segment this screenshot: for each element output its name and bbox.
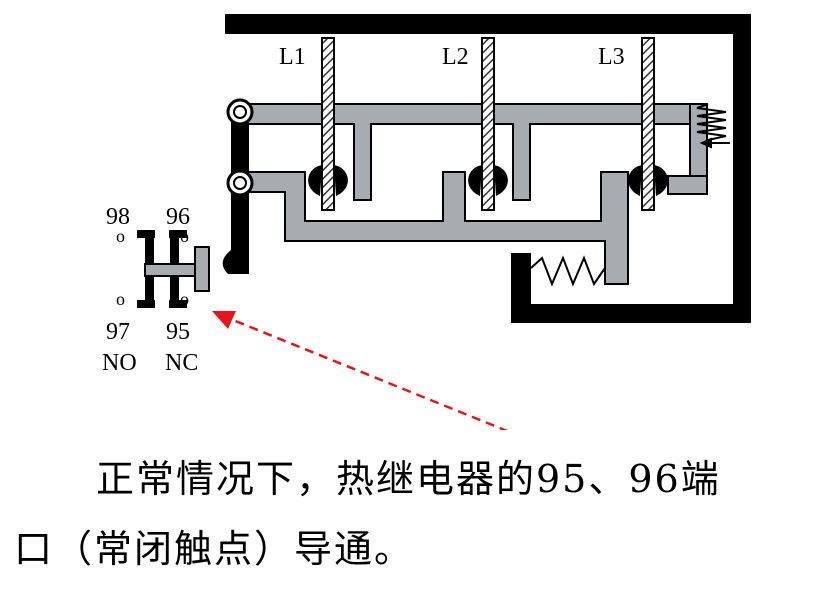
thermal-relay-diagram: L1 L2 L3 o o o o 98 96 97 95 NO NC [102, 14, 751, 430]
caption-line-1: 正常情况下，热继电器的95、96端 [96, 457, 721, 501]
terminal-label-98: 98 [106, 204, 130, 230]
pivot-lever [222, 98, 254, 274]
terminal-label-no: NO [102, 350, 137, 376]
phase-label-l1: L1 [279, 44, 306, 70]
thermal-relay-diagram-page: L1 L2 L3 o o o o 98 96 97 95 NO NC 正常情况下… [0, 0, 829, 595]
auxiliary-contact-block [137, 230, 210, 308]
terminal-label-96: 96 [166, 204, 190, 230]
pointer-arrow [212, 311, 509, 430]
return-spring [530, 255, 606, 287]
contact-mark-95: o [180, 289, 189, 309]
phase-label-l2: L2 [442, 44, 469, 70]
phase-label-l3: L3 [598, 44, 625, 70]
caption-line-2: 口（常闭触点）导通。 [14, 527, 415, 571]
terminal-label-97: 97 [106, 319, 130, 345]
contact-mark-97: o [116, 289, 125, 309]
terminal-label-95: 95 [166, 319, 190, 345]
bottom-slider [239, 171, 629, 285]
terminal-label-nc: NC [165, 350, 198, 376]
